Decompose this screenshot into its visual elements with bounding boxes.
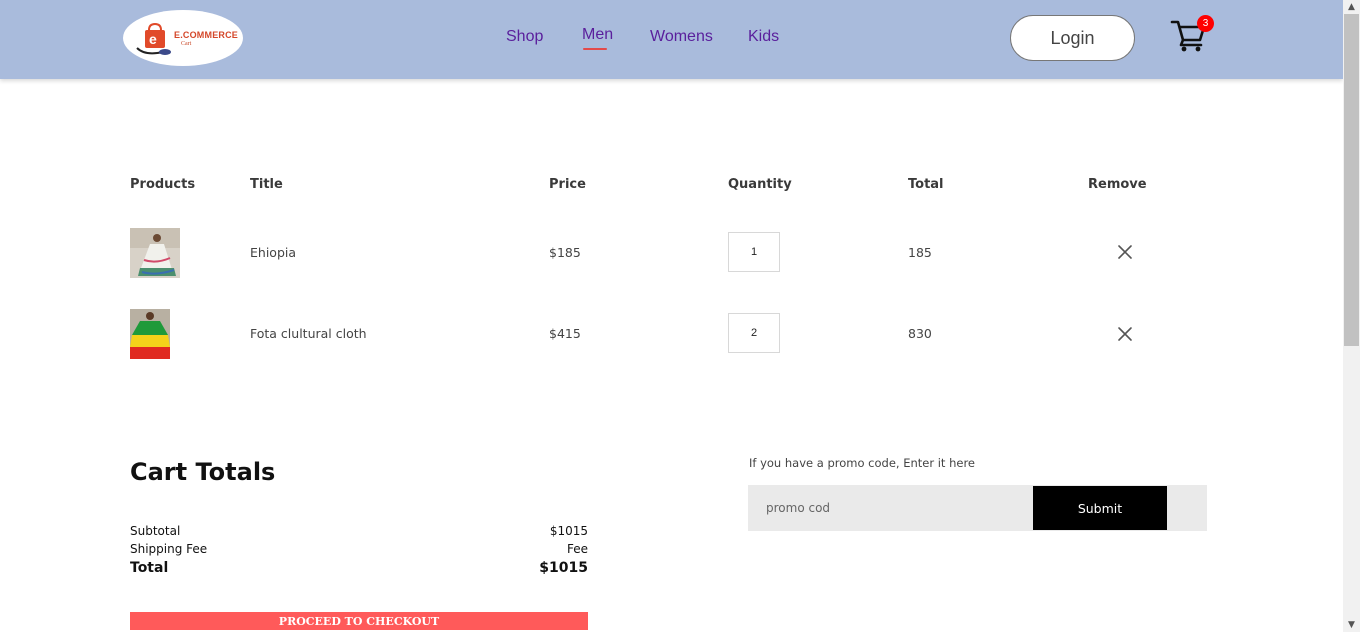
total-label: Total — [130, 560, 169, 576]
row-price: $415 — [549, 326, 581, 341]
promo-label: If you have a promo code, Enter it here — [749, 456, 976, 470]
product-image-cultural-cloth-photo[interactable] — [130, 309, 170, 359]
site-logo[interactable]: e E.COMMERCE Cart — [123, 10, 243, 66]
quantity-field[interactable]: 1 — [728, 232, 780, 272]
row-total: 185 — [908, 245, 932, 260]
shipping-value: Fee — [566, 542, 588, 556]
proceed-to-checkout-button[interactable]: PROCEED TO CHECKOUT — [130, 612, 588, 630]
ethiopian-dress-photo-icon — [130, 228, 180, 278]
row-price: $185 — [549, 245, 581, 260]
scroll-down-arrow-icon[interactable]: ▼ — [1343, 618, 1360, 632]
total-value: $1015 — [539, 560, 588, 576]
nav-link-kids[interactable]: Kids — [748, 28, 779, 46]
nav-link-womens[interactable]: Womens — [650, 28, 713, 46]
close-icon[interactable] — [1117, 244, 1133, 260]
page-scrollbar[interactable]: ▲ ▼ — [1343, 0, 1360, 632]
promo-form: Submit — [748, 485, 1207, 531]
header-title: Title — [250, 177, 283, 192]
product-image-ethiopian-dress-photo[interactable] — [130, 228, 180, 278]
header-total: Total — [908, 177, 944, 192]
promo-submit-button[interactable]: Submit — [1033, 486, 1167, 530]
cart-totals-title: Cart Totals — [130, 458, 276, 486]
subtotal-value: $1015 — [549, 524, 588, 538]
login-button[interactable]: Login — [1010, 15, 1135, 61]
cart-count-badge: 3 — [1197, 15, 1214, 32]
shipping-label: Shipping Fee — [130, 542, 208, 556]
header-price: Price — [549, 177, 586, 192]
row-title: Fota clultural cloth — [250, 326, 367, 341]
header-quantity: Quantity — [728, 177, 792, 192]
header-remove: Remove — [1088, 177, 1147, 192]
promo-code-input[interactable] — [748, 485, 1033, 531]
nav-link-men[interactable]: Men — [582, 26, 613, 44]
row-title: Ehiopia — [250, 245, 297, 260]
row-total: 830 — [908, 326, 932, 341]
quantity-field[interactable]: 2 — [728, 313, 780, 353]
navbar: e E.COMMERCE Cart Shop Men Womens Kids L… — [0, 0, 1343, 79]
cultural-cloth-photo-icon — [130, 309, 170, 359]
subtotal-label: Subtotal — [130, 524, 181, 538]
active-nav-underline — [583, 48, 607, 50]
header-products: Products — [130, 177, 196, 192]
scroll-up-arrow-icon[interactable]: ▲ — [1343, 0, 1360, 14]
logo-subtitle: Cart — [181, 41, 192, 47]
svg-text:e: e — [149, 31, 157, 47]
close-icon[interactable] — [1117, 326, 1133, 342]
scrollbar-thumb[interactable] — [1344, 14, 1359, 346]
logo-title: E.COMMERCE — [174, 30, 239, 40]
nav-link-shop[interactable]: Shop — [506, 28, 543, 46]
shopping-bag-logo-icon: e — [136, 22, 171, 55]
